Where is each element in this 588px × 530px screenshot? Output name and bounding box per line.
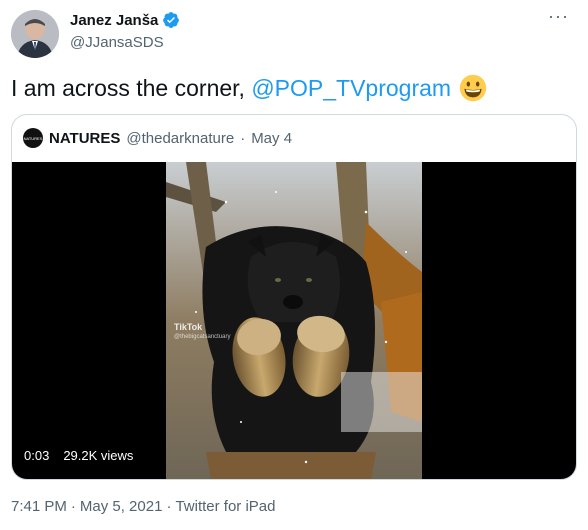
author-avatar[interactable] — [11, 10, 59, 58]
video-frame: TikTok @thebigcatsanctuary — [166, 162, 422, 479]
grinning-face-emoji-icon — [459, 74, 487, 102]
tiktok-watermark: TikTok — [174, 322, 203, 332]
verified-badge-icon — [163, 12, 180, 28]
tweet-meta: 7:41 PM · May 5, 2021 · Twitter for iPad — [11, 498, 275, 515]
author-name-row[interactable]: Janez Janša — [70, 11, 180, 29]
quoted-author-handle[interactable]: @thedarknature — [126, 130, 234, 147]
author-handle[interactable]: @JJansaSDS — [70, 34, 164, 51]
quoted-header-separator: · — [240, 129, 246, 147]
video-stats: 0:03 29.2K views — [20, 446, 138, 465]
tweet-source[interactable]: Twitter for iPad — [175, 498, 275, 515]
tweet-text-body: I am across the corner, — [11, 75, 252, 101]
video-duration: 0:03 — [20, 446, 54, 465]
more-options-icon[interactable]: ··· — [548, 6, 569, 27]
mention-link[interactable]: @POP_TVprogram — [251, 72, 451, 104]
tweet-date[interactable]: May 5, 2021 — [80, 498, 163, 515]
video-player[interactable]: TikTok @thebigcatsanctuary 0:03 29.2K vi… — [12, 162, 576, 479]
quoted-tweet-date[interactable]: May 4 — [251, 130, 292, 147]
quoted-tweet-card[interactable]: NATURES NATURES @thedarknature · May 4 T… — [11, 114, 577, 480]
author-avatar-image — [11, 10, 59, 58]
video-views: 29.2K views — [59, 446, 138, 465]
quoted-author-name[interactable]: NATURES — [49, 130, 120, 147]
author-display-name[interactable]: Janez Janša — [70, 12, 158, 29]
tweet-time[interactable]: 7:41 PM — [11, 498, 67, 515]
quoted-author-avatar[interactable]: NATURES — [23, 128, 43, 148]
tweet-text: I am across the corner, @POP_TVprogram — [11, 72, 487, 104]
tiktok-watermark-user: @thebigcatsanctuary — [174, 334, 231, 340]
quoted-tweet-header: NATURES NATURES @thedarknature · May 4 — [23, 128, 292, 148]
meta-separator: · — [70, 498, 76, 515]
black-panther-video-thumbnail — [166, 162, 422, 479]
quoted-author-avatar-text: NATURES — [23, 135, 43, 141]
meta-separator: · — [166, 498, 172, 515]
